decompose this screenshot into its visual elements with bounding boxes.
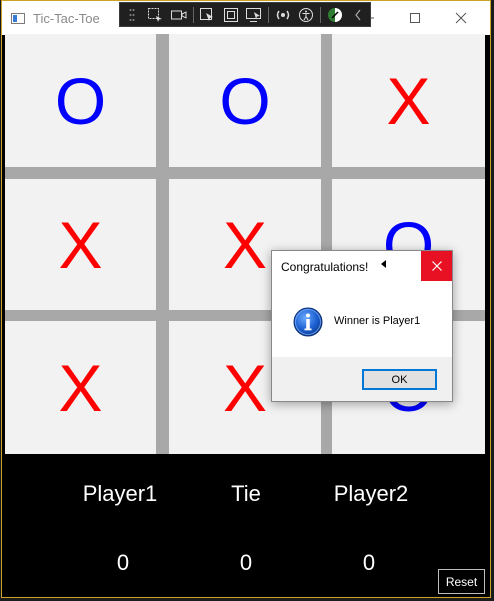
dialog-footer: OK (272, 357, 452, 401)
reset-button[interactable]: Reset (438, 569, 485, 594)
board-cell-4[interactable]: X (5, 179, 156, 310)
o-mark: O (54, 63, 107, 138)
screen-select-icon[interactable] (242, 4, 266, 26)
player1-label: Player1 (82, 481, 158, 506)
collapse-icon[interactable] (346, 4, 370, 26)
theme-icon[interactable] (323, 4, 347, 26)
dialog-body: Winner is Player1 (272, 281, 452, 357)
caret-left-icon (381, 260, 386, 268)
o-mark: O (219, 63, 271, 138)
scoreboard: Player1 Tie Player2 0 0 0 Reset (5, 454, 485, 596)
x-mark: X (58, 350, 103, 425)
x-mark: X (386, 63, 431, 138)
info-icon (293, 307, 323, 337)
window-title: Tic-Tac-Toe (33, 11, 100, 26)
player1-score: 0 (116, 550, 130, 575)
video-icon[interactable] (167, 4, 191, 26)
x-mark: X (222, 207, 268, 282)
tie-label: Tie (231, 481, 261, 506)
maximize-button[interactable] (392, 1, 438, 35)
close-button[interactable] (438, 1, 484, 35)
dialog-close-button[interactable] (421, 251, 452, 281)
broadcast-icon[interactable] (271, 4, 295, 26)
drag-handle[interactable] (120, 4, 144, 26)
app-icon (11, 13, 25, 24)
debug-toolbar (119, 2, 371, 27)
board-cell-7[interactable]: X (5, 321, 156, 454)
dialog-title: Congratulations! (281, 260, 369, 274)
board-cell-2[interactable]: O (169, 34, 321, 167)
dialog-message: Winner is Player1 (334, 315, 421, 327)
ok-button[interactable]: OK (362, 369, 437, 390)
message-dialog: Congratulations! Winner is Player1 OK (271, 250, 453, 402)
accessibility-icon[interactable] (294, 4, 318, 26)
x-mark: X (222, 350, 268, 425)
player2-label: Player2 (333, 481, 409, 506)
board-cell-3[interactable]: X (332, 34, 485, 167)
board-cell-1[interactable]: O (5, 34, 156, 167)
frame-icon[interactable] (219, 4, 243, 26)
x-mark: X (58, 207, 103, 282)
select-element-icon[interactable] (144, 4, 168, 26)
player2-score: 0 (362, 550, 376, 575)
pointer-icon[interactable] (195, 4, 219, 26)
maximize-icon (410, 13, 420, 23)
tie-score: 0 (239, 550, 253, 575)
close-icon (455, 12, 467, 24)
close-icon (431, 261, 442, 271)
